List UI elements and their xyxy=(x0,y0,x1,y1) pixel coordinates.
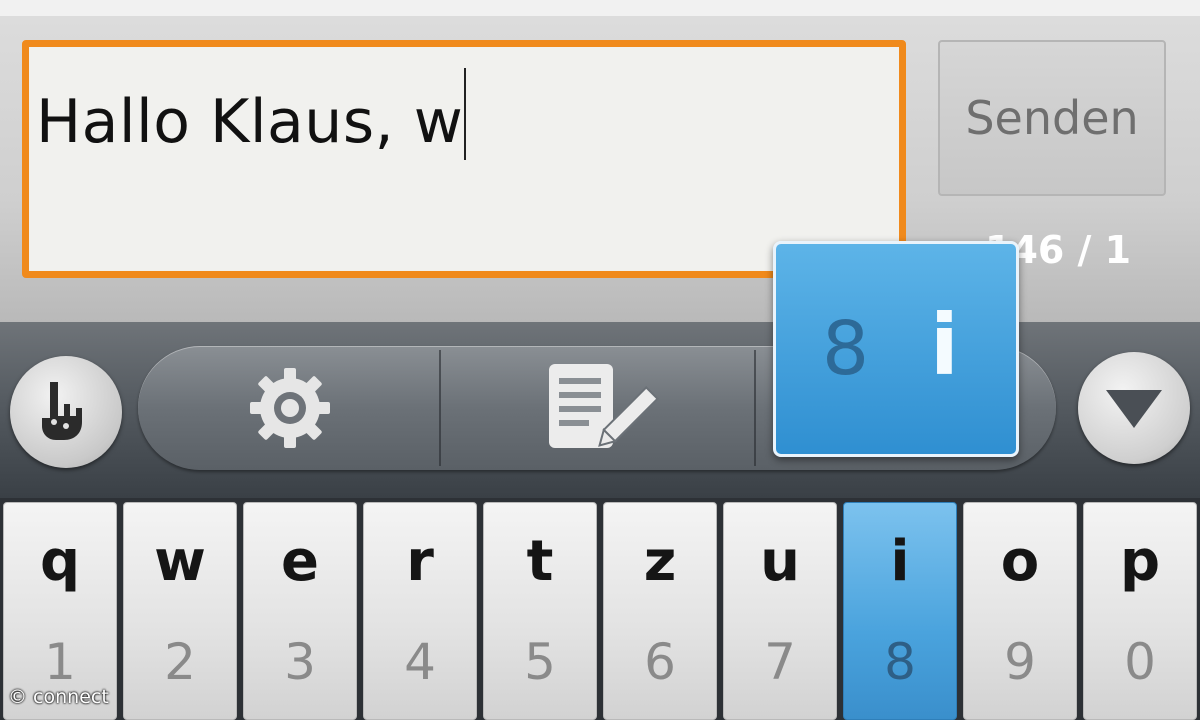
key-number: 5 xyxy=(524,633,556,691)
key-t[interactable]: t5 xyxy=(483,502,597,720)
popup-main-char: i xyxy=(930,296,959,394)
key-o[interactable]: o9 xyxy=(963,502,1077,720)
key-number: 8 xyxy=(884,633,916,691)
key-letter: r xyxy=(406,529,434,594)
message-text[interactable]: Hallo Klaus, w xyxy=(36,68,467,160)
watermark: © connect xyxy=(8,686,109,708)
edit-word-icon xyxy=(549,364,659,448)
key-number: 1 xyxy=(44,633,76,691)
gear-icon xyxy=(250,368,330,448)
settings-button[interactable] xyxy=(246,364,334,452)
edit-word-button[interactable] xyxy=(545,360,661,456)
key-preview-popup xyxy=(773,241,1019,457)
key-letter: u xyxy=(760,529,800,594)
key-letter: i xyxy=(890,529,910,594)
key-number: 7 xyxy=(764,633,796,691)
key-number: 3 xyxy=(284,633,316,691)
tool-divider xyxy=(439,350,441,466)
key-p[interactable]: p0 xyxy=(1083,502,1197,720)
key-u[interactable]: u7 xyxy=(723,502,837,720)
key-e[interactable]: e3 xyxy=(243,502,357,720)
swype-hand-icon xyxy=(42,382,82,440)
key-number: 9 xyxy=(1004,633,1036,691)
key-number: 2 xyxy=(164,633,196,691)
collapse-keyboard-button[interactable] xyxy=(1078,352,1190,464)
key-letter: z xyxy=(643,529,677,594)
key-i[interactable]: i8 xyxy=(843,502,957,720)
popup-alt-char: 8 xyxy=(822,306,870,392)
message-value: Hallo Klaus, w xyxy=(36,87,464,157)
key-letter: e xyxy=(281,529,319,594)
key-number: 4 xyxy=(404,633,436,691)
key-letter: t xyxy=(526,529,554,594)
key-letter: p xyxy=(1119,529,1161,594)
key-letter: o xyxy=(1000,529,1040,594)
swype-logo-button[interactable] xyxy=(10,356,122,468)
send-button[interactable]: Senden xyxy=(938,40,1166,196)
text-caret xyxy=(464,68,467,160)
key-z[interactable]: z6 xyxy=(603,502,717,720)
key-number: 0 xyxy=(1124,633,1156,691)
key-letter: q xyxy=(39,529,81,594)
key-w[interactable]: w2 xyxy=(123,502,237,720)
key-r[interactable]: r4 xyxy=(363,502,477,720)
key-number: 6 xyxy=(644,633,676,691)
status-strip xyxy=(0,0,1200,16)
key-letter: w xyxy=(154,529,206,594)
triangle-down-icon xyxy=(1106,390,1162,428)
tool-divider xyxy=(754,350,756,466)
